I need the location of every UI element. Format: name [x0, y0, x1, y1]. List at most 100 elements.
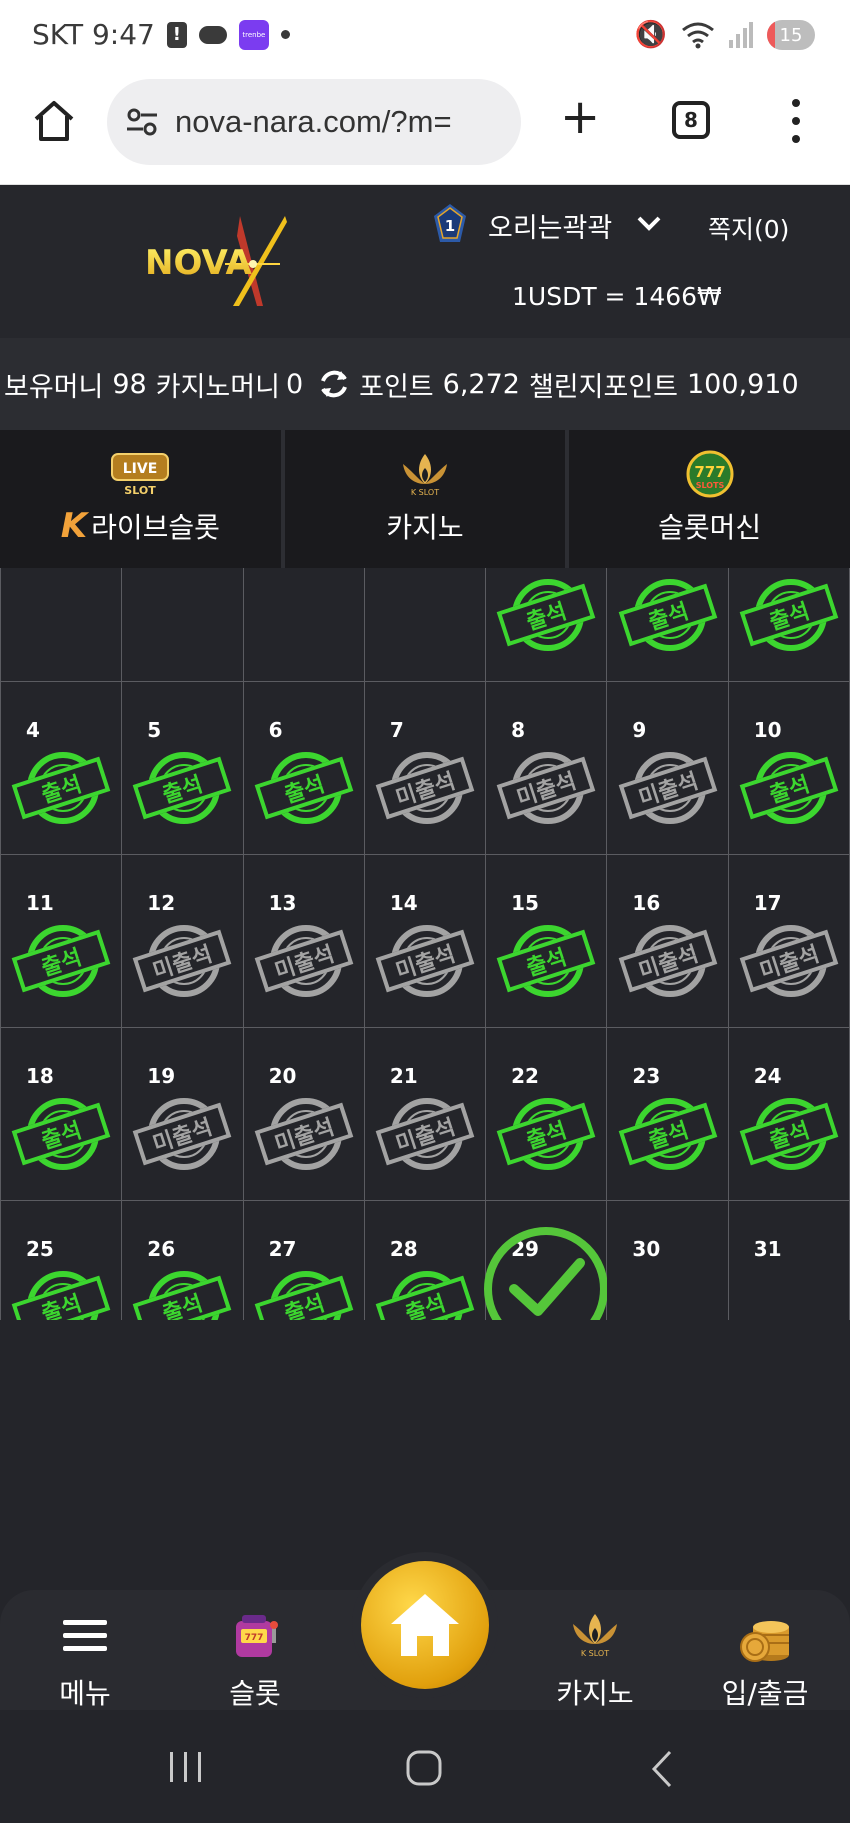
attended-stamp: 출석 [739, 748, 839, 828]
holding-money-value: 98 [112, 368, 147, 400]
nav-slot[interactable]: 777 슬롯 [195, 1608, 315, 1712]
calendar-day-cell: 20 미출석 [243, 1028, 365, 1201]
day-number: 13 [268, 891, 297, 915]
attended-stamp: 출석 [496, 575, 596, 655]
points-label: 포인트 [359, 371, 434, 403]
balance-bar: 보유머니 98 카지노머니 0 포인트 6,272 챌린지포인트 100,910 [0, 338, 850, 430]
browser-toolbar: nova-nara.com/?m= + 8 [0, 75, 850, 185]
absent-stamp: 미출석 [375, 921, 475, 1001]
site-settings-icon[interactable] [125, 107, 159, 137]
attended-stamp: 출석 [132, 1267, 232, 1320]
tab-switcher-button[interactable]: 8 [672, 101, 710, 139]
recent-apps-icon[interactable] [168, 1750, 204, 1784]
absent-stamp: 미출석 [132, 921, 232, 1001]
casino-lotus-icon: K SLOT [565, 1608, 625, 1664]
home-icon [391, 1594, 459, 1656]
day-number: 4 [26, 718, 40, 742]
hamburger-icon [55, 1608, 115, 1664]
calendar-day-cell [1, 568, 123, 682]
tab-live-slot[interactable]: LIVE SLOT K 라이브슬롯 [0, 430, 285, 568]
refresh-icon[interactable] [317, 367, 351, 401]
messages-link[interactable]: 쪽지(0) [708, 210, 789, 246]
calendar-day-cell: 7 미출석 [364, 682, 487, 855]
svg-text:NOVA: NOVA [145, 243, 252, 283]
calendar-day-cell: 1 출석 [486, 568, 608, 682]
day-number: 27 [268, 1237, 297, 1261]
calendar-day-cell: 4 출석 [1, 682, 123, 855]
calendar-day-cell: 24 출석 [728, 1028, 850, 1201]
home-circle-icon[interactable] [406, 1750, 442, 1786]
challenge-points-label: 챌린지포인트 [528, 371, 678, 403]
home-icon[interactable] [30, 97, 78, 145]
casino-money-label: 카지노머니 [155, 371, 280, 403]
svg-text:K SLOT: K SLOT [411, 488, 439, 497]
nav-slot-label: 슬롯 [229, 1677, 281, 1710]
attended-stamp: 출석 [11, 1267, 111, 1320]
attended-stamp: 출석 [496, 1094, 596, 1174]
nav-menu[interactable]: 메뉴 [25, 1608, 145, 1712]
k-brand-icon: K [60, 506, 88, 546]
new-tab-button[interactable]: + [560, 93, 600, 141]
calendar-day-cell: 15 출석 [486, 855, 608, 1028]
calendar-day-cell: 26 출석 [122, 1201, 244, 1320]
status-bar: SKT 9:47 ! trenbe 🔇 15 [0, 0, 850, 75]
calendar-day-cell: 3 출석 [728, 568, 850, 682]
calendar-day-cell: 17 미출석 [728, 855, 850, 1028]
tab-slot-machine[interactable]: 777 SLOTS 슬롯머신 [569, 430, 850, 568]
day-number: 8 [511, 718, 526, 742]
absent-stamp: 미출석 [496, 748, 596, 828]
attended-stamp: 출석 [496, 921, 596, 1001]
attended-stamp: 출석 [739, 575, 839, 655]
calendar-day-cell: 27 출석 [243, 1201, 365, 1320]
day-number: 21 [389, 1064, 418, 1088]
calendar-day-cell: 18 출석 [1, 1028, 123, 1201]
chevron-down-icon[interactable] [634, 208, 664, 238]
calendar-day-cell: 2 출석 [607, 568, 729, 682]
calendar-day-cell: 9 미출석 [607, 682, 729, 855]
day-number: 17 [753, 891, 782, 915]
svg-text:1: 1 [445, 217, 455, 235]
home-button[interactable] [352, 1552, 498, 1698]
level-badge-icon: 1 [434, 204, 466, 242]
address-bar[interactable]: nova-nara.com/?m= [107, 79, 521, 165]
day-number: 20 [268, 1064, 297, 1088]
svg-text:777: 777 [694, 463, 725, 481]
carrier-time: SKT 9:47 [32, 18, 155, 51]
signal-icon [729, 22, 753, 48]
k-slot-lotus-icon: K SLOT [403, 454, 447, 497]
live-slot-icon: LIVE SLOT [111, 453, 170, 497]
day-number: 12 [147, 891, 176, 915]
calendar-day-cell: 19 미출석 [122, 1028, 244, 1201]
calendar-day-cell: 25 출석 [1, 1201, 123, 1320]
day-number: 2 [632, 568, 646, 569]
calendar-day-cell: 21 미출석 [364, 1028, 487, 1201]
cloud-icon [198, 25, 227, 44]
nav-casino[interactable]: K SLOT 카지노 [535, 1608, 655, 1712]
tab-live-slot-label: 라이브슬롯 [91, 511, 220, 544]
calendar-day-cell: 11 출석 [1, 855, 123, 1028]
back-icon[interactable] [650, 1750, 674, 1788]
username[interactable]: 오리는곽곽 [488, 206, 612, 245]
absent-stamp: 미출석 [254, 921, 354, 1001]
tab-casino[interactable]: K SLOT 카지노 [284, 430, 570, 568]
mute-icon: 🔇 [634, 20, 667, 50]
system-navigation-bar [0, 1710, 850, 1823]
day-number: 3 [754, 568, 768, 569]
tab-casino-label: 카지노 [386, 511, 464, 544]
day-number: 30 [632, 1237, 661, 1261]
exchange-rate: 1USDT = 1466₩ [512, 282, 722, 311]
nova-logo[interactable]: NOVA [145, 216, 320, 306]
notification-dot-icon [280, 30, 290, 39]
coins-icon [735, 1608, 795, 1664]
day-number: 5 [147, 718, 162, 742]
calendar-day-cell: 8 미출석 [486, 682, 608, 855]
browser-menu-button[interactable] [788, 99, 804, 143]
calendar-day-cell: 23 출석 [607, 1028, 729, 1201]
absent-stamp: 미출석 [375, 1094, 475, 1174]
attended-stamp: 출석 [132, 748, 232, 828]
url-text[interactable]: nova-nara.com/?m= [175, 104, 452, 140]
attended-stamp: 출석 [11, 921, 111, 1001]
nav-deposit-withdraw[interactable]: 입/출금 [705, 1608, 825, 1712]
holding-money-label: 보유머니 [4, 371, 104, 403]
attended-stamp: 출석 [254, 748, 354, 828]
